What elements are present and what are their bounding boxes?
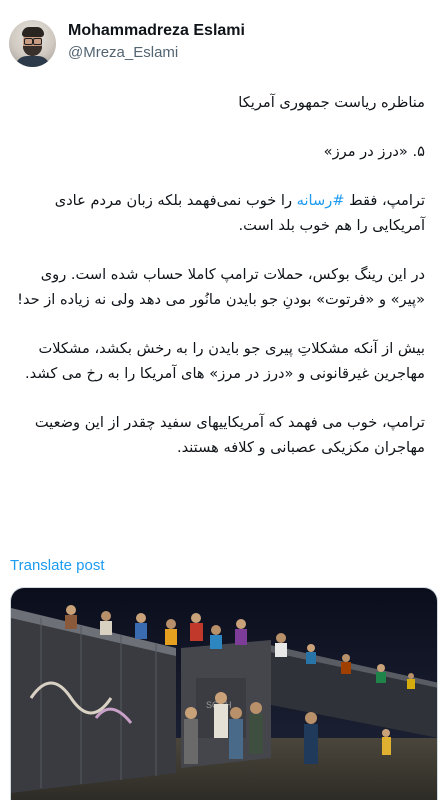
post-media-photo[interactable]: SCCH — [10, 587, 438, 800]
translate-post-link[interactable]: Translate post — [10, 557, 105, 574]
post-line-title: مناظره ریاست جمهوری آمریکا — [238, 94, 425, 111]
author-name[interactable]: Mohammadreza Eslami — [68, 22, 245, 40]
post-header: Mohammadreza Eslami @Mreza_Eslami — [0, 0, 448, 80]
post-paragraph-1: ترامپ، فقط #رسانه را خوب نمی‌فهمد بلکه ز… — [54, 192, 425, 234]
post-text: مناظره ریاست جمهوری آمریکا ۵. «درز در مر… — [10, 90, 425, 484]
avatar[interactable] — [9, 20, 56, 67]
photo-migrants-on-freight-train-icon: SCCH — [11, 588, 437, 800]
post-paragraph-2: در این رینگ بوکس، حملات ترامپ کاملا حساب… — [17, 266, 425, 308]
post-line-heading: ۵. «درز در مرز» — [323, 143, 425, 160]
post-paragraph-3: بیش از آنکه مشکلاتِ پیری جو بایدن را به … — [25, 340, 425, 382]
author-handle[interactable]: @Mreza_Eslami — [68, 44, 178, 61]
hashtag-link[interactable]: #رسانه — [297, 192, 345, 209]
post-paragraph-4: ترامپ، خوب می فهمد که آمریکاییهای سفید چ… — [34, 414, 425, 456]
